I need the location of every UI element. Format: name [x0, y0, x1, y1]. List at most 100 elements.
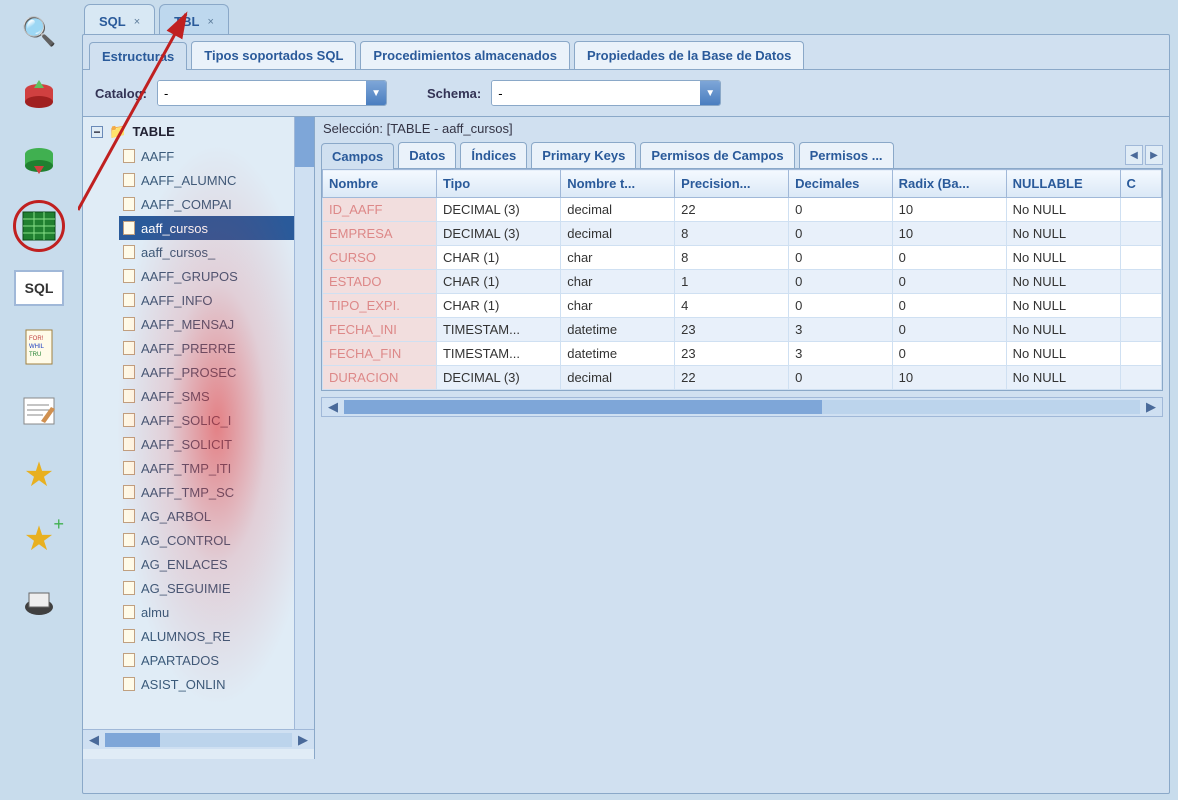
- tree-item[interactable]: AAFF_SMS: [119, 384, 314, 408]
- tree-item[interactable]: ASIST_ONLIN: [119, 672, 314, 696]
- tree-item[interactable]: AG_ARBOL: [119, 504, 314, 528]
- search-icon[interactable]: 🔍: [16, 8, 62, 54]
- column-header[interactable]: Decimales: [789, 170, 893, 198]
- tree-item[interactable]: AAFF: [119, 144, 314, 168]
- db-export-icon[interactable]: [16, 136, 62, 182]
- table-row[interactable]: FECHA_INITIMESTAM...datetime2330No NULL: [323, 318, 1162, 342]
- tree-item[interactable]: AG_SEGUIMIE: [119, 576, 314, 600]
- table-editor-icon[interactable]: [20, 207, 58, 245]
- cell: 0: [789, 366, 893, 390]
- cell: datetime: [561, 318, 675, 342]
- file-tab-label: SQL: [99, 14, 126, 29]
- table-row[interactable]: ID_AAFFDECIMAL (3)decimal22010No NULL: [323, 198, 1162, 222]
- column-header[interactable]: Tipo: [436, 170, 560, 198]
- tree-item[interactable]: APARTADOS: [119, 648, 314, 672]
- table-row[interactable]: DURACIONDECIMAL (3)decimal22010No NULL: [323, 366, 1162, 390]
- column-header[interactable]: Nombre t...: [561, 170, 675, 198]
- tab-propiedades-de-la-base-de-datos[interactable]: Propiedades de la Base de Datos: [574, 41, 804, 69]
- schema-combo[interactable]: ▼: [491, 80, 721, 106]
- tab-estructuras[interactable]: Estructuras: [89, 42, 187, 70]
- catalog-combo[interactable]: ▼: [157, 80, 387, 106]
- cell: 8: [675, 222, 789, 246]
- schema-input[interactable]: [492, 81, 700, 105]
- tree-item[interactable]: AAFF_ALUMNC: [119, 168, 314, 192]
- svg-text:TRU: TRU: [29, 352, 41, 358]
- tree-item[interactable]: AAFF_COMPAI: [119, 192, 314, 216]
- tree-item[interactable]: aaff_cursos: [119, 216, 314, 240]
- object-tree-panel: − 📁 TABLE AAFFAAFF_ALUMNCAAFF_COMPAIaaff…: [83, 117, 315, 759]
- cell: DECIMAL (3): [436, 366, 560, 390]
- tree-item[interactable]: aaff_cursos_: [119, 240, 314, 264]
- file-tabs: SQL×TBL×: [84, 4, 1170, 34]
- cell: 3: [789, 318, 893, 342]
- tree-vertical-scrollbar[interactable]: [294, 117, 314, 729]
- cell: ID_AAFF: [323, 198, 437, 222]
- scroll-right-icon[interactable]: ▶: [292, 732, 314, 748]
- scroll-left-icon[interactable]: ◀: [322, 399, 344, 415]
- tab-scroll-right-icon[interactable]: ▶: [1145, 145, 1163, 165]
- close-icon[interactable]: ×: [207, 16, 213, 28]
- column-header[interactable]: Nombre: [323, 170, 437, 198]
- subtab--ndices[interactable]: Índices: [460, 142, 527, 168]
- table-row[interactable]: EMPRESADECIMAL (3)decimal8010No NULL: [323, 222, 1162, 246]
- tree-item[interactable]: AG_ENLACES: [119, 552, 314, 576]
- chevron-down-icon[interactable]: ▼: [700, 81, 720, 105]
- column-header[interactable]: NULLABLE: [1006, 170, 1120, 198]
- table-icon: [123, 293, 135, 307]
- tree-item[interactable]: AAFF_SOLIC_I: [119, 408, 314, 432]
- tree-item[interactable]: AAFF_GRUPOS: [119, 264, 314, 288]
- db-import-icon[interactable]: [16, 72, 62, 118]
- cell: No NULL: [1006, 294, 1120, 318]
- scroll-right-icon[interactable]: ▶: [1140, 399, 1162, 415]
- tab-procedimientos-almacenados[interactable]: Procedimientos almacenados: [360, 41, 570, 69]
- table-row[interactable]: CURSOCHAR (1)char800No NULL: [323, 246, 1162, 270]
- table-icon: [123, 581, 135, 595]
- subtab-permisos-de-campos[interactable]: Permisos de Campos: [640, 142, 794, 168]
- tree-item[interactable]: AG_CONTROL: [119, 528, 314, 552]
- cell: 0: [892, 294, 1006, 318]
- tree-item[interactable]: AAFF_PRERRE: [119, 336, 314, 360]
- cell: 22: [675, 366, 789, 390]
- subtab-datos[interactable]: Datos: [398, 142, 456, 168]
- tree-root-node[interactable]: − 📁 TABLE: [91, 123, 314, 140]
- table-icon: [123, 461, 135, 475]
- scroll-left-icon[interactable]: ◀: [83, 732, 105, 748]
- detail-horizontal-scrollbar[interactable]: ◀ ▶: [321, 397, 1163, 417]
- table-row[interactable]: FECHA_FINTIMESTAM...datetime2330No NULL: [323, 342, 1162, 366]
- close-icon[interactable]: ×: [134, 16, 140, 28]
- column-header[interactable]: C: [1120, 170, 1161, 198]
- tree-item[interactable]: AAFF_PROSEC: [119, 360, 314, 384]
- tab-tipos-soportados-sql[interactable]: Tipos soportados SQL: [191, 41, 356, 69]
- tree-item[interactable]: AAFF_TMP_SC: [119, 480, 314, 504]
- script-editor-icon[interactable]: FOR!WHILTRU: [16, 324, 62, 370]
- tree-item[interactable]: AAFF_INFO: [119, 288, 314, 312]
- chevron-down-icon[interactable]: ▼: [366, 81, 386, 105]
- column-header[interactable]: Radix (Ba...: [892, 170, 1006, 198]
- notes-icon[interactable]: [16, 388, 62, 434]
- tree-horizontal-scrollbar[interactable]: ◀ ▶: [83, 729, 314, 749]
- file-tab-tbl[interactable]: TBL×: [159, 4, 229, 34]
- table-row[interactable]: TIPO_EXPI.CHAR (1)char400No NULL: [323, 294, 1162, 318]
- subtab-permisos-[interactable]: Permisos ...: [799, 142, 894, 168]
- subtab-campos[interactable]: Campos: [321, 143, 394, 169]
- catalog-input[interactable]: [158, 81, 366, 105]
- cell: 0: [892, 342, 1006, 366]
- print-icon[interactable]: [16, 580, 62, 626]
- tree-item[interactable]: AAFF_MENSAJ: [119, 312, 314, 336]
- file-tab-sql[interactable]: SQL ×: [84, 4, 155, 34]
- tree-item[interactable]: ALUMNOS_RE: [119, 624, 314, 648]
- favorites-icon[interactable]: ★: [16, 452, 62, 498]
- cell: 0: [892, 246, 1006, 270]
- table-row[interactable]: ESTADOCHAR (1)char100No NULL: [323, 270, 1162, 294]
- tree-item[interactable]: AAFF_SOLICIT: [119, 432, 314, 456]
- tree-item[interactable]: almu: [119, 600, 314, 624]
- column-header[interactable]: Precision...: [675, 170, 789, 198]
- sql-editor-icon[interactable]: SQL: [14, 270, 64, 306]
- cell: No NULL: [1006, 246, 1120, 270]
- main-area: SQL×TBL× EstructurasTipos soportados SQL…: [78, 0, 1178, 800]
- subtab-primary-keys[interactable]: Primary Keys: [531, 142, 636, 168]
- tree-item[interactable]: AAFF_TMP_ITI: [119, 456, 314, 480]
- minus-icon[interactable]: −: [91, 126, 103, 138]
- add-favorite-icon[interactable]: ★+: [16, 516, 62, 562]
- tab-scroll-left-icon[interactable]: ◀: [1125, 145, 1143, 165]
